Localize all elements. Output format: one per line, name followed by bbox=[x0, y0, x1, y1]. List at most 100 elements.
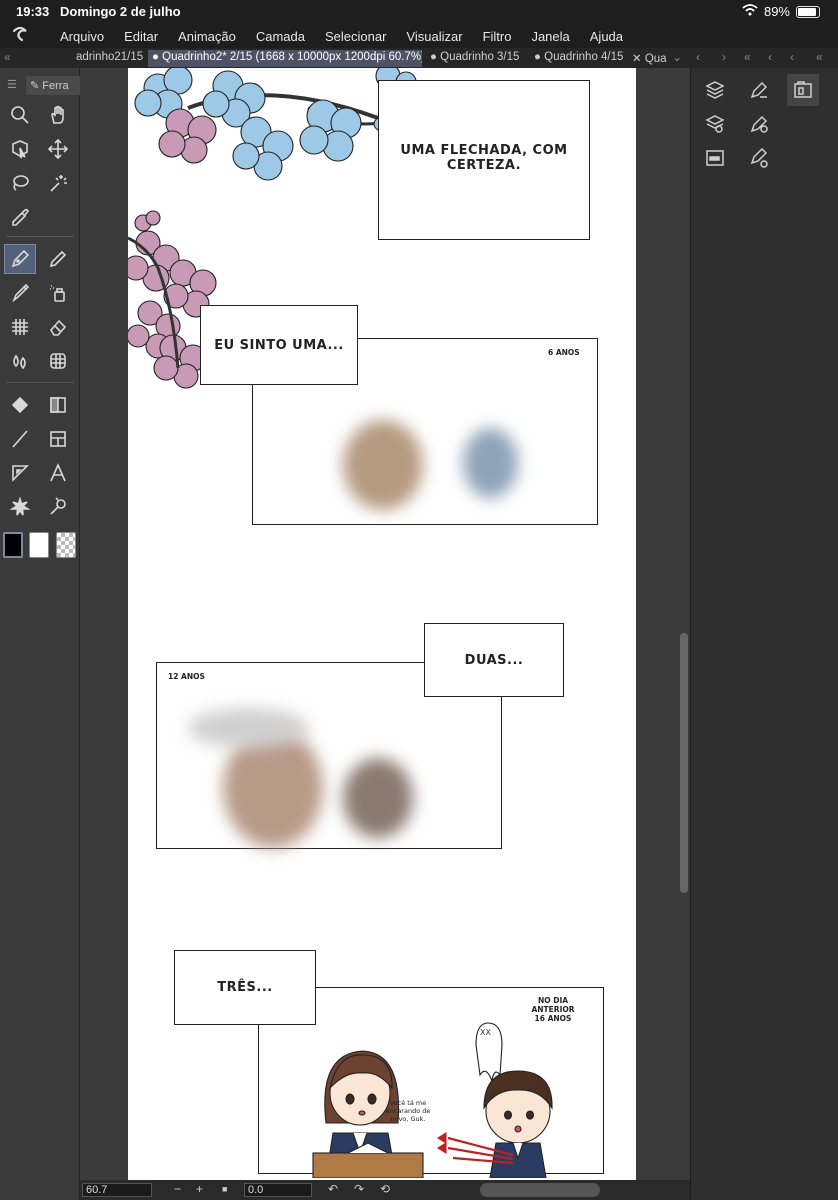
decoration-icon[interactable] bbox=[4, 312, 36, 342]
battery-icon bbox=[796, 5, 820, 18]
panel-expand-icon[interactable]: « bbox=[816, 50, 823, 64]
rotate-right-icon[interactable]: ↷ bbox=[354, 1182, 364, 1196]
gradient-icon[interactable] bbox=[42, 390, 74, 420]
panel-caption-age-6: 6 ANOS bbox=[548, 348, 580, 357]
menu-icon[interactable]: ☰ bbox=[7, 78, 17, 91]
fit-icon[interactable]: ■ bbox=[222, 1184, 227, 1194]
menu-arquivo[interactable]: Arquivo bbox=[60, 29, 104, 44]
material-icon[interactable] bbox=[787, 74, 819, 106]
sub-color-swatch[interactable] bbox=[29, 532, 49, 558]
magic-wand-icon[interactable] bbox=[42, 168, 74, 198]
tab-quadrinho1[interactable]: adrinho21/15 bbox=[72, 50, 146, 67]
ios-status-bar: 19:33 Domingo 2 de julho 89% bbox=[0, 0, 838, 24]
menu-ajuda[interactable]: Ajuda bbox=[590, 29, 623, 44]
menu-bar: Arquivo Editar Animação Camada Seleciona… bbox=[0, 24, 838, 48]
reset-rotation-icon[interactable]: ⟲ bbox=[380, 1182, 390, 1196]
sub-tool-icon[interactable] bbox=[743, 74, 775, 106]
panel-collapse-left-icon[interactable]: « bbox=[744, 50, 751, 64]
blurred-figure bbox=[463, 428, 518, 498]
tool-divider bbox=[6, 382, 74, 383]
panel-prev-icon[interactable]: ‹ bbox=[768, 50, 772, 64]
tab-quadrinho4[interactable]: ● Quadrinho 4/15 bbox=[530, 50, 626, 67]
status-right: 89% bbox=[742, 4, 820, 19]
speech-bubble-2: EU SINTO UMA... bbox=[200, 305, 358, 385]
mesh-transform-icon[interactable] bbox=[42, 346, 74, 376]
comic-page[interactable]: UMA FLECHADA, COM CERTEZA. EU SINTO UMA.… bbox=[128, 68, 636, 1180]
wifi-icon bbox=[742, 4, 758, 19]
small-speech-text: Você tá me encarando de novo, Guk. bbox=[385, 1099, 431, 1123]
app-logo-icon[interactable] bbox=[0, 25, 40, 48]
rotate-left-icon[interactable]: ↶ bbox=[328, 1182, 338, 1196]
hand-icon[interactable] bbox=[42, 100, 74, 130]
menu-camada[interactable]: Camada bbox=[256, 29, 305, 44]
clock: 19:33 bbox=[16, 4, 50, 19]
balloon-burst-icon[interactable] bbox=[4, 492, 36, 522]
tabs-scroll-left-icon[interactable]: « bbox=[4, 50, 11, 64]
transparent-color-swatch[interactable] bbox=[56, 532, 76, 558]
menu-filtro[interactable]: Filtro bbox=[483, 29, 512, 44]
pen-icon[interactable] bbox=[4, 244, 36, 274]
zoom-field[interactable]: 60.7 bbox=[82, 1183, 152, 1197]
battery-percent: 89% bbox=[763, 4, 790, 19]
panel-next-icon[interactable]: ‹ bbox=[790, 50, 794, 64]
menu-animacao[interactable]: Animação bbox=[178, 29, 236, 44]
move-icon[interactable] bbox=[42, 134, 74, 164]
tool-property-icon[interactable] bbox=[743, 108, 775, 140]
date: Domingo 2 de julho bbox=[60, 4, 181, 19]
blend-icon[interactable] bbox=[4, 346, 36, 376]
pencil-icon[interactable] bbox=[42, 244, 74, 274]
menu-visualizar[interactable]: Visualizar bbox=[406, 29, 462, 44]
eyedropper-icon[interactable] bbox=[4, 202, 36, 232]
frame-border-icon[interactable] bbox=[42, 424, 74, 454]
airbrush-icon[interactable] bbox=[42, 278, 74, 308]
panel-caption-age-12: 12 ANOS bbox=[168, 672, 205, 681]
vertical-scrollbar[interactable] bbox=[680, 633, 688, 893]
text-icon[interactable] bbox=[42, 458, 74, 488]
eraser-icon[interactable] bbox=[42, 312, 74, 342]
layer-property-icon[interactable] bbox=[699, 108, 731, 140]
tab-quadrinho5[interactable]: ✕ Qua bbox=[628, 50, 668, 67]
rotation-field[interactable]: 0.0 bbox=[244, 1183, 312, 1197]
main-color-swatch[interactable] bbox=[3, 532, 23, 558]
tool-panel-tab[interactable]: ✎ Ferra bbox=[26, 76, 80, 95]
tabs-dropdown-icon[interactable]: ⌄ bbox=[672, 50, 682, 64]
tab-prev-icon[interactable]: ‹ bbox=[696, 50, 700, 64]
menu-editar[interactable]: Editar bbox=[124, 29, 158, 44]
tool-divider bbox=[6, 236, 74, 237]
rotation-value: 0.0 bbox=[248, 1184, 264, 1196]
horizontal-scrollbar[interactable] bbox=[480, 1183, 600, 1197]
navigator-icon[interactable] bbox=[699, 142, 731, 174]
tool-panel: ☰ ✎ Ferra bbox=[0, 68, 80, 1200]
chibi-characters-art bbox=[312, 1022, 553, 1178]
blurred-figure bbox=[188, 708, 308, 748]
tool-panel-header: ☰ ✎ Ferra bbox=[0, 74, 80, 96]
menu-janela[interactable]: Janela bbox=[531, 29, 569, 44]
brush-size-icon[interactable] bbox=[743, 142, 775, 174]
speech-text-1: UMA FLECHADA, COM CERTEZA. bbox=[400, 143, 568, 173]
speech-bubble-4: TRÊS... bbox=[174, 950, 316, 1025]
tab-next-icon[interactable]: › bbox=[722, 50, 726, 64]
lasso-icon[interactable] bbox=[4, 168, 36, 198]
canvas-area[interactable]: UMA FLECHADA, COM CERTEZA. EU SINTO UMA.… bbox=[80, 68, 690, 1180]
ruler-icon[interactable] bbox=[4, 458, 36, 488]
object-select-icon[interactable] bbox=[4, 134, 36, 164]
fill-icon[interactable] bbox=[4, 390, 36, 420]
blurred-figure bbox=[343, 420, 423, 510]
canvas-status-bar: 60.7 − + ■ 0.0 ↶ ↷ ⟲ bbox=[80, 1180, 690, 1200]
correction-icon[interactable] bbox=[42, 492, 74, 522]
tab-quadrinho3[interactable]: ● Quadrinho 3/15 bbox=[426, 50, 526, 67]
tab-quadrinho2[interactable]: ● Quadrinho2* 2/15 (1668 x 10000px 1200d… bbox=[148, 50, 422, 67]
blurred-figure bbox=[343, 758, 413, 838]
right-panel bbox=[690, 68, 838, 1200]
speech-bubble-3: DUAS... bbox=[424, 623, 564, 697]
tool-panel-tab-label: Ferra bbox=[42, 80, 69, 92]
document-tab-bar: « adrinho21/15 ● Quadrinho2* 2/15 (1668 … bbox=[0, 48, 838, 68]
zoom-icon[interactable] bbox=[4, 100, 36, 130]
ghost-eyes: XX bbox=[480, 1028, 491, 1037]
figure-icon[interactable] bbox=[4, 424, 36, 454]
menu-selecionar[interactable]: Selecionar bbox=[325, 29, 386, 44]
zoom-out-icon[interactable]: − bbox=[174, 1182, 181, 1196]
brush-icon[interactable] bbox=[4, 278, 36, 308]
layers-icon[interactable] bbox=[699, 74, 731, 106]
zoom-in-icon[interactable]: + bbox=[196, 1182, 203, 1196]
